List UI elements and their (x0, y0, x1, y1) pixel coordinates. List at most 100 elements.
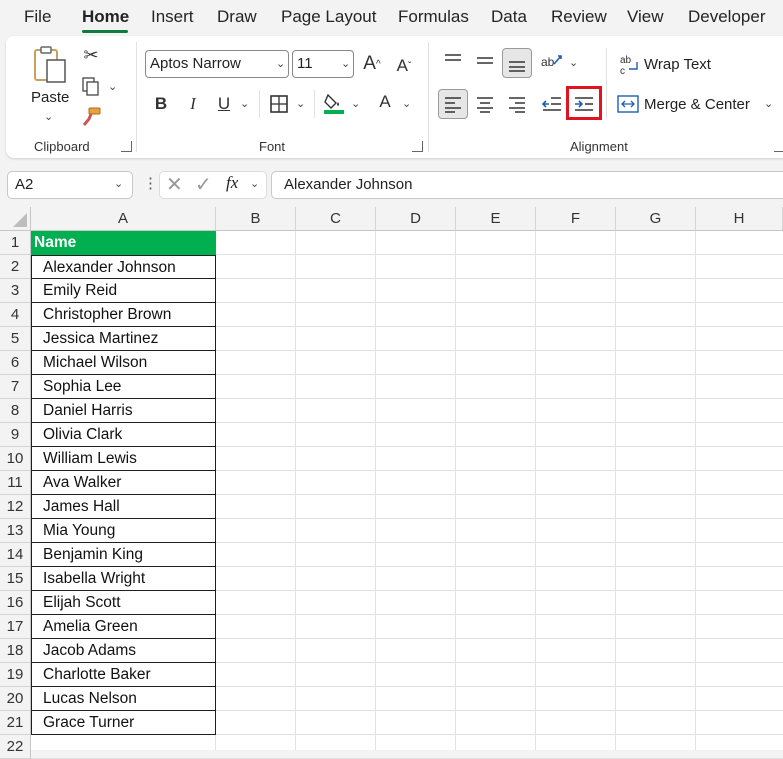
row-header-19[interactable]: 19 (0, 663, 31, 687)
row-header-22[interactable]: 22 (0, 735, 31, 759)
table-row[interactable]: Lucas Nelson (31, 687, 216, 711)
column-header-b[interactable]: B (216, 207, 296, 231)
bottom-align-icon[interactable] (502, 48, 532, 78)
row-header-3[interactable]: 3 (0, 279, 31, 303)
align-center-icon[interactable] (473, 91, 497, 117)
row-header-18[interactable]: 18 (0, 639, 31, 663)
more-options-icon[interactable]: ⋮ (143, 174, 158, 192)
paste-dropdown-icon[interactable]: ⌄ (44, 110, 53, 123)
paste-label[interactable]: Paste (31, 89, 69, 106)
orientation-icon[interactable]: ab (540, 50, 564, 72)
row-header-6[interactable]: 6 (0, 351, 31, 375)
row-header-8[interactable]: 8 (0, 399, 31, 423)
align-right-icon[interactable] (505, 91, 529, 117)
font-name-dropdown-icon[interactable]: ⌄ (276, 57, 285, 70)
row-header-21[interactable]: 21 (0, 711, 31, 735)
row-header-5[interactable]: 5 (0, 327, 31, 351)
copy-icon[interactable] (80, 76, 102, 98)
fill-color-icon[interactable] (322, 90, 346, 116)
font-color-dropdown-icon[interactable]: ⌄ (402, 97, 411, 110)
underline-button[interactable]: U (214, 92, 234, 116)
format-painter-icon[interactable] (80, 106, 102, 128)
orientation-dropdown-icon[interactable]: ⌄ (569, 56, 578, 69)
row-header-15[interactable]: 15 (0, 567, 31, 591)
merge-center-icon[interactable] (617, 94, 639, 114)
menu-data[interactable]: Data (491, 7, 527, 27)
table-row[interactable]: Jacob Adams (31, 639, 216, 663)
row-header-16[interactable]: 16 (0, 591, 31, 615)
row-header-11[interactable]: 11 (0, 471, 31, 495)
row-header-20[interactable]: 20 (0, 687, 31, 711)
menu-file[interactable]: File (24, 7, 51, 27)
row-header-13[interactable]: 13 (0, 519, 31, 543)
cut-icon[interactable]: ✂ (80, 44, 102, 66)
formula-input[interactable]: Alexander Johnson (271, 171, 783, 199)
menu-home[interactable]: Home (82, 7, 129, 27)
font-launcher-icon[interactable] (412, 141, 423, 152)
column-header-d[interactable]: D (376, 207, 456, 231)
row-header-10[interactable]: 10 (0, 447, 31, 471)
row-header-12[interactable]: 12 (0, 495, 31, 519)
table-row[interactable]: Amelia Green (31, 615, 216, 639)
wrap-text-icon[interactable]: ab c (619, 54, 641, 76)
table-row[interactable]: Jessica Martinez (31, 327, 216, 351)
table-row[interactable]: Olivia Clark (31, 423, 216, 447)
row-header-2[interactable]: 2 (0, 255, 31, 279)
name-box-dropdown-icon[interactable]: ⌄ (114, 177, 123, 190)
menu-insert[interactable]: Insert (151, 7, 194, 27)
row-header-7[interactable]: 7 (0, 375, 31, 399)
table-header-cell[interactable]: Name (31, 231, 216, 255)
column-header-f[interactable]: F (536, 207, 616, 231)
underline-dropdown-icon[interactable]: ⌄ (240, 97, 249, 110)
menu-developer[interactable]: Developer (688, 7, 766, 27)
column-header-g[interactable]: G (616, 207, 696, 231)
table-row[interactable]: Michael Wilson (31, 351, 216, 375)
menu-draw[interactable]: Draw (217, 7, 257, 27)
column-header-e[interactable]: E (456, 207, 536, 231)
function-dropdown-icon[interactable]: ⌄ (250, 177, 259, 190)
menu-page-layout[interactable]: Page Layout (281, 7, 376, 27)
font-size-dropdown-icon[interactable]: ⌄ (341, 57, 350, 70)
table-row[interactable]: Daniel Harris (31, 399, 216, 423)
merge-center-label[interactable]: Merge & Center (644, 96, 750, 113)
bold-button[interactable]: B (151, 92, 171, 116)
table-row[interactable]: Isabella Wright (31, 567, 216, 591)
insert-function-button[interactable]: fx (226, 173, 238, 193)
table-row[interactable]: Alexander Johnson (31, 255, 216, 279)
table-row[interactable]: Benjamin King (31, 543, 216, 567)
italic-button[interactable]: I (183, 92, 203, 116)
font-name-combo[interactable]: Aptos Narrow (145, 50, 289, 78)
row-header-4[interactable]: 4 (0, 303, 31, 327)
fill-color-dropdown-icon[interactable]: ⌄ (351, 97, 360, 110)
table-row[interactable]: Ava Walker (31, 471, 216, 495)
table-row[interactable]: Christopher Brown (31, 303, 216, 327)
table-row[interactable]: Elijah Scott (31, 591, 216, 615)
enter-icon[interactable]: ✓ (195, 172, 212, 197)
clipboard-launcher-icon[interactable] (121, 141, 132, 152)
alignment-launcher-icon[interactable] (774, 141, 783, 152)
column-header-h[interactable]: H (696, 207, 783, 231)
table-row[interactable]: Mia Young (31, 519, 216, 543)
table-row[interactable]: Sophia Lee (31, 375, 216, 399)
select-all-button[interactable] (0, 207, 31, 231)
borders-dropdown-icon[interactable]: ⌄ (296, 97, 305, 110)
table-row[interactable]: James Hall (31, 495, 216, 519)
row-header-1[interactable]: 1 (0, 231, 31, 255)
borders-icon[interactable] (268, 92, 290, 116)
menu-view[interactable]: View (627, 7, 664, 27)
menu-review[interactable]: Review (551, 7, 607, 27)
copy-dropdown-icon[interactable]: ⌄ (108, 80, 117, 93)
column-header-c[interactable]: C (296, 207, 376, 231)
cancel-icon[interactable]: ✕ (166, 172, 183, 197)
shrink-font-icon[interactable]: Aˇ (393, 52, 415, 80)
font-color-button[interactable]: A (375, 90, 395, 114)
row-header-17[interactable]: 17 (0, 615, 31, 639)
paste-icon[interactable] (30, 44, 70, 84)
wrap-text-label[interactable]: Wrap Text (644, 56, 711, 73)
table-row[interactable]: Grace Turner (31, 711, 216, 735)
table-row[interactable]: William Lewis (31, 447, 216, 471)
row-header-9[interactable]: 9 (0, 423, 31, 447)
merge-center-dropdown-icon[interactable]: ⌄ (764, 97, 773, 110)
top-align-icon[interactable] (441, 50, 465, 72)
table-row[interactable]: Emily Reid (31, 279, 216, 303)
